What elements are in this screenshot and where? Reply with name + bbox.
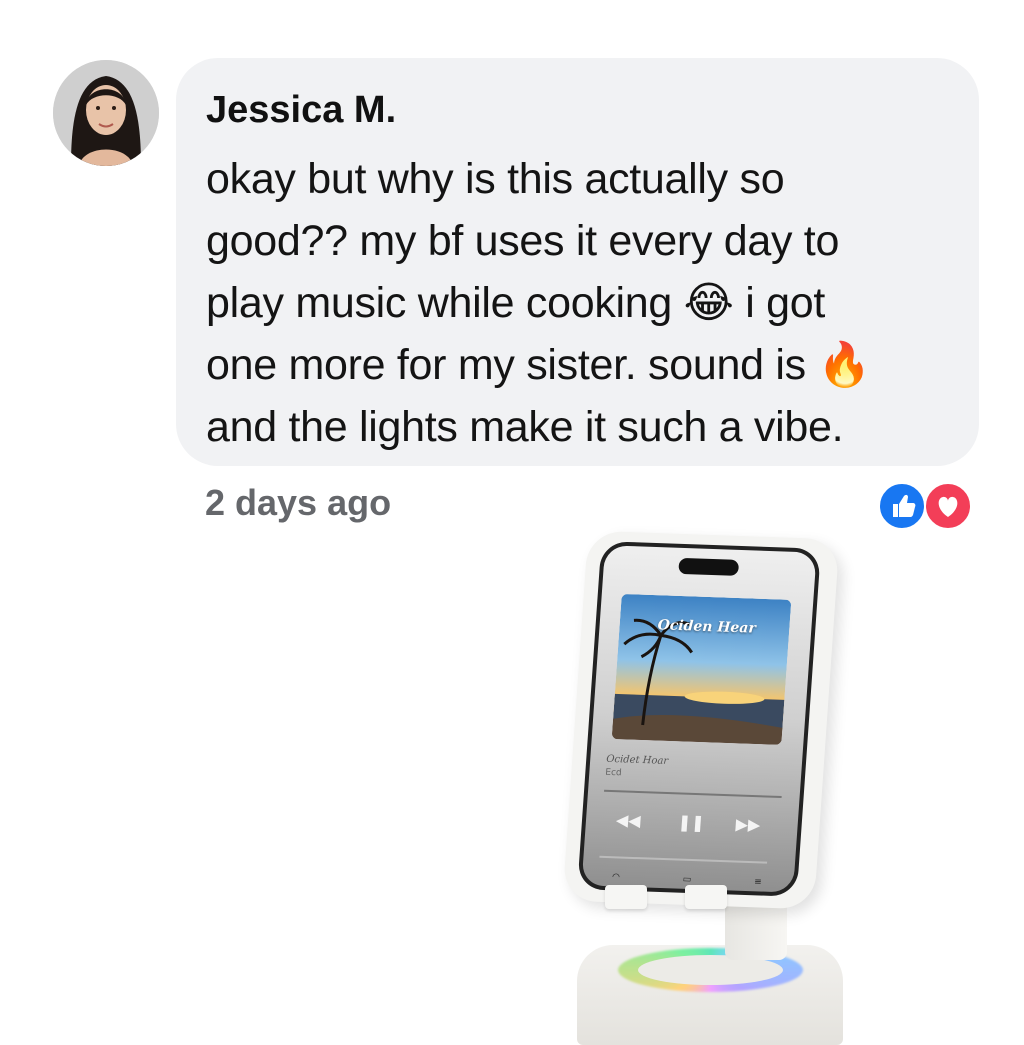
comment-body: okay but why is this actually so good?? … <box>206 148 951 458</box>
progress-bar <box>603 789 782 799</box>
comment-bubble: Jessica M. okay but why is this actually… <box>176 58 979 466</box>
track-artist: Ecd <box>604 767 622 779</box>
queue-icon: ≡ <box>753 877 762 888</box>
airplay-icon: ▭ <box>682 874 692 886</box>
comment-timestamp[interactable]: 2 days ago <box>205 482 391 524</box>
album-art: Ociden Hear <box>611 593 792 745</box>
like-icon <box>878 482 926 530</box>
comment-line: good?? my bf uses it every day to <box>206 217 840 265</box>
phone: Ociden Hear Ocidet Hoar Ecd ◀◀ ❚❚ ▶▶ ◠ ▭… <box>562 530 840 910</box>
stand-clamp <box>605 885 647 909</box>
fast-forward-icon: ▶▶ <box>735 814 761 835</box>
volume-bar <box>599 855 768 864</box>
pause-icon: ❚❚ <box>677 812 706 833</box>
dynamic-island <box>678 557 740 576</box>
track-title: Ocidet Hoar <box>605 753 669 767</box>
album-title: Ociden Hear <box>657 617 757 637</box>
phone-screen: Ociden Hear Ocidet Hoar Ecd ◀◀ ❚❚ ▶▶ ◠ ▭… <box>577 541 821 897</box>
comment-line: play music while cooking 😂 i got <box>206 279 826 327</box>
avatar[interactable] <box>53 60 159 166</box>
love-icon <box>924 482 972 530</box>
rewind-icon: ◀◀ <box>615 810 642 831</box>
comment-line: one more for my sister. sound is 🔥 <box>206 341 871 389</box>
stand-arm <box>725 900 787 960</box>
reaction-summary[interactable] <box>878 482 973 530</box>
comment-line: and the lights make it such a vibe. <box>206 403 844 451</box>
comment-line: okay but why is this actually so <box>206 155 785 203</box>
lyrics-icon: ◠ <box>611 872 621 883</box>
product-image: Ociden Hear Ocidet Hoar Ecd ◀◀ ❚❚ ▶▶ ◠ ▭… <box>560 530 860 1045</box>
comment-author[interactable]: Jessica M. <box>206 88 951 132</box>
stand-clamp <box>685 885 727 909</box>
